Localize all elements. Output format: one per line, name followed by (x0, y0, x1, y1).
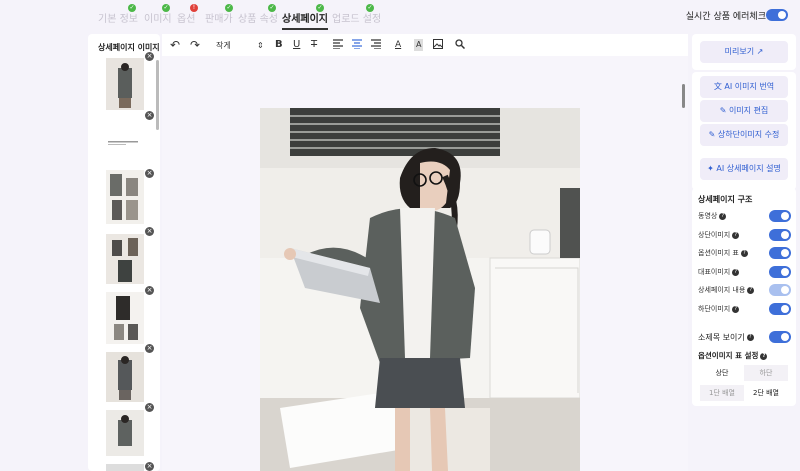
remove-image-icon[interactable]: × (145, 227, 154, 236)
align-center-icon[interactable] (352, 39, 362, 49)
underline-icon[interactable]: U (293, 39, 300, 51)
tab-status-ok-icon: ✓ (268, 4, 276, 12)
tab-status-ok-icon: ✓ (128, 4, 136, 12)
image-thumbnail[interactable] (106, 464, 144, 471)
structure-item: 상단이미지? (698, 230, 740, 240)
font-size-select[interactable]: 작게 (216, 40, 231, 52)
layout-one-column-option[interactable]: 1단 배열 (700, 385, 744, 401)
bold-icon[interactable]: B (275, 39, 283, 51)
tab-upload-settings[interactable]: 업로드 설정 (332, 10, 381, 25)
preview-button[interactable]: 미리보기 ↗ (700, 41, 788, 63)
detail-image-list: 상세페이지 이미지 × × × × × × × × (88, 34, 160, 471)
structure-item: 동영상? (698, 211, 727, 221)
strikethrough-icon[interactable]: T (311, 39, 317, 51)
detail-settings-panel: 미리보기 ↗ 文 AI 이미지 번역 ✎ 이미지 편집 ✎ 상하단이미지 수정 … (692, 34, 796, 471)
undo-icon[interactable]: ↶ (170, 39, 180, 51)
image-thumbnail[interactable] (106, 352, 144, 402)
tab-attributes[interactable]: 상품 속성 (238, 10, 278, 25)
detail-editor: ↶ ↷ 작게 ⇕ B U T A A (162, 34, 688, 471)
toggle-subtitle-show[interactable] (769, 331, 791, 343)
image-thumbnail[interactable] (106, 234, 144, 284)
remove-image-icon[interactable]: × (145, 52, 154, 61)
toggle-top-image[interactable] (769, 229, 791, 241)
help-icon[interactable]: ? (719, 212, 727, 220)
remove-image-icon[interactable]: × (145, 169, 154, 178)
help-icon[interactable]: ? (732, 305, 740, 313)
help-icon[interactable]: ? (747, 286, 755, 294)
sparkle-icon: ✦ (707, 164, 714, 173)
structure-title: 상세페이지 구조 (698, 195, 753, 204)
tab-images[interactable]: 이미지 (144, 10, 172, 25)
pencil-icon: ✎ (708, 130, 716, 139)
remove-image-icon[interactable]: × (145, 286, 154, 295)
toggle-detail-content[interactable] (769, 284, 791, 296)
redo-icon[interactable]: ↷ (190, 39, 200, 51)
align-right-icon[interactable] (371, 39, 381, 49)
help-icon[interactable]: ? (732, 231, 740, 239)
image-thumbnail[interactable] (106, 410, 144, 456)
option-table-settings-title: 옵션이미지 표 설정? (698, 350, 768, 361)
preview-card: 미리보기 ↗ (692, 34, 796, 70)
detail-image[interactable] (260, 108, 580, 471)
search-icon[interactable] (455, 39, 465, 49)
tab-detail-page[interactable]: 상세페이지 (282, 10, 328, 30)
insert-image-icon[interactable] (433, 39, 443, 49)
toggle-bottom-image[interactable] (769, 303, 791, 315)
layout-two-column-option[interactable]: 2단 배열 (744, 385, 788, 401)
pencil-icon: ✎ (719, 106, 727, 115)
remove-image-icon[interactable]: × (145, 111, 154, 120)
remove-image-icon[interactable]: × (145, 403, 154, 412)
ai-description-button[interactable]: ✦ AI 상세페이지 설명 (700, 158, 788, 180)
position-top-option[interactable]: 상단 (700, 365, 744, 381)
ai-tools-card: 文 AI 이미지 번역 ✎ 이미지 편집 ✎ 상하단이미지 수정 ✦ AI 상세… (692, 72, 796, 190)
help-icon[interactable]: ? (740, 249, 748, 257)
editor-canvas[interactable] (162, 56, 688, 471)
structure-item: 대표이미지? (698, 267, 740, 277)
position-bottom-option[interactable]: 하단 (744, 365, 788, 381)
image-list-scrollbar[interactable] (156, 60, 159, 130)
font-size-arrows-icon[interactable]: ⇕ (257, 40, 264, 52)
realtime-check-label: 실시간 상품 에러체크 (685, 12, 766, 22)
image-edit-button[interactable]: ✎ 이미지 편집 (700, 100, 788, 122)
tab-status-ok-icon: ✓ (162, 4, 170, 12)
image-thumbnail[interactable] (106, 170, 144, 224)
editor-scrollbar[interactable] (682, 84, 685, 108)
tab-status-ok-icon: ✓ (316, 4, 324, 12)
ai-translate-button[interactable]: 文 AI 이미지 번역 (700, 76, 788, 98)
tab-status-ok-icon: ✓ (225, 4, 233, 12)
tab-price[interactable]: 판매가 (205, 10, 233, 25)
align-left-icon[interactable] (333, 39, 343, 49)
text-background-icon[interactable]: A (414, 39, 424, 51)
external-link-icon: ↗ (756, 47, 764, 56)
toggle-main-image[interactable] (769, 266, 791, 278)
structure-card: 상세페이지 구조 동영상? 상단이미지? 옵션이미지 표? 대표이미지? 상세페… (692, 188, 796, 406)
image-thumbnail[interactable] (106, 292, 144, 344)
remove-image-icon[interactable]: × (145, 344, 154, 353)
image-thumbnail[interactable] (106, 58, 144, 110)
tab-basic-info[interactable]: 기본 정보 (98, 10, 138, 25)
top-bottom-edit-button[interactable]: ✎ 상하단이미지 수정 (700, 124, 788, 146)
tab-status-ok-icon: ✓ (366, 4, 374, 12)
toggle-option-table[interactable] (769, 247, 791, 259)
structure-item: 상세페이지 내용? (698, 285, 755, 295)
editor-toolbar: ↶ ↷ 작게 ⇕ B U T A A (162, 34, 688, 56)
structure-item: 옵션이미지 표? (698, 248, 748, 258)
structure-item: 하단이미지? (698, 304, 740, 314)
remove-image-icon[interactable]: × (145, 462, 154, 471)
translate-icon: 文 (713, 82, 722, 91)
tab-status-error-icon: ! (190, 4, 198, 12)
toggle-video[interactable] (769, 210, 791, 222)
step-tabs: 기본 정보 ✓ 이미지 ✓ 옵션 ! 판매가 ✓ 상품 속성 ✓ 상세페이지 ✓… (0, 0, 800, 30)
subtitle-show-label: 소제목 보이기? (698, 332, 754, 343)
help-icon[interactable]: ? (746, 334, 754, 341)
image-thumbnail[interactable] (106, 134, 144, 146)
text-color-icon[interactable]: A (395, 39, 401, 51)
tab-options[interactable]: 옵션 (177, 10, 195, 25)
realtime-check-toggle[interactable] (766, 9, 788, 21)
help-icon[interactable]: ? (732, 268, 740, 276)
help-icon[interactable]: ? (760, 352, 768, 360)
